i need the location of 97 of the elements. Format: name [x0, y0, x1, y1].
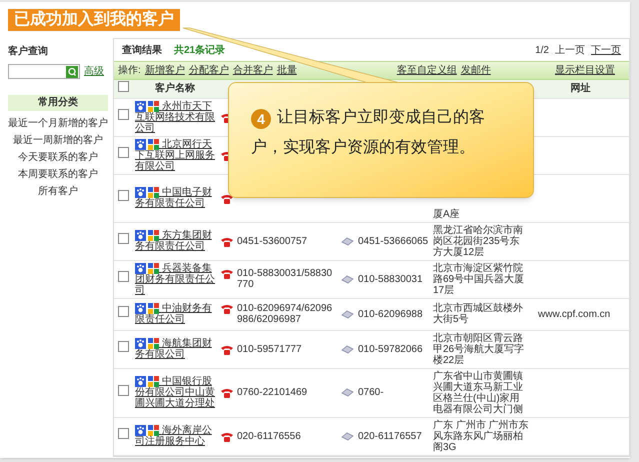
sidebar-title: 客户查询	[8, 44, 49, 59]
toolbar-action-link[interactable]: 发邮件	[460, 63, 491, 78]
column-header: 网址	[570, 83, 590, 94]
fax-icon	[341, 310, 354, 319]
colored-tiles-icon[interactable]	[148, 230, 159, 242]
fax-number: 010-58830031	[358, 274, 423, 285]
address-text: 厦A座	[433, 208, 461, 220]
fax-icon	[341, 274, 354, 284]
telephone-icon	[221, 194, 233, 204]
phone-number: 010-59571777	[237, 344, 302, 355]
previous-page-link[interactable]: 上一页	[555, 42, 585, 58]
customer-name-link[interactable]: 中国银行股份有限公司中山黄圃兴圃大道分理处	[135, 376, 215, 410]
address-text: 北京市海淀区紫竹院路69号中国兵器大厦17层	[433, 262, 526, 296]
paw-icon[interactable]	[135, 303, 146, 314]
paw-icon[interactable]	[135, 100, 146, 112]
phone-number: 020-61176556	[237, 430, 301, 442]
fax-number: 020-61176557	[358, 430, 422, 442]
colored-tiles-icon[interactable]	[148, 262, 159, 274]
record-count: 共21条记录	[174, 44, 226, 58]
toolbar-action-link[interactable]: 合并客户	[232, 63, 273, 78]
address-text: 广东 广州市 广州市东风东路东风广场丽柏阁3G	[433, 420, 529, 453]
paw-icon[interactable]	[135, 338, 146, 350]
toolbar-action-link[interactable]: 新增客户	[144, 63, 185, 78]
customer-name-link[interactable]: 海外离岸公司注册服务中心	[135, 425, 215, 448]
colored-tiles-icon[interactable]	[148, 138, 159, 150]
column-settings-link[interactable]: 显示栏目设置	[555, 63, 615, 78]
paw-icon[interactable]	[135, 425, 146, 436]
checkbox[interactable]	[118, 147, 128, 158]
colored-tiles-icon[interactable]	[148, 425, 159, 436]
advanced-search-link[interactable]: 高级	[84, 64, 104, 79]
checkbox[interactable]	[118, 109, 128, 120]
customer-name-link[interactable]: 中油财务有限责任公司	[135, 303, 215, 326]
category-link[interactable]: 今天要联系的客户	[18, 152, 98, 164]
customer-name-link[interactable]: 东方集团财务有限责任公司	[135, 230, 215, 252]
website-text: www.cpf.com.cn	[538, 308, 610, 320]
next-page-link[interactable]: 下一页	[591, 42, 621, 58]
fax-number: 010-62096988	[358, 308, 423, 320]
customer-name-link[interactable]: 海航集团财务有限公司	[135, 338, 215, 360]
telephone-icon	[221, 304, 233, 314]
fax-number: 010-59782066	[358, 344, 423, 355]
column-header: 客户名称	[155, 83, 195, 94]
telephone-icon	[221, 388, 233, 398]
address-text: 北京市西城区鼓楼外大街5号	[433, 303, 524, 326]
fax-number: 0451-53666065	[358, 236, 428, 247]
category-header: 常用分类	[8, 95, 108, 111]
toolbar-action-link[interactable]: 分配客户	[188, 63, 229, 78]
fax-icon	[341, 344, 354, 354]
toolbar-action-link[interactable]: 批量	[276, 63, 297, 78]
address-text: 黑龙江省哈尔滨市南岗区花园街235号东方大厦12层	[433, 224, 524, 258]
checkbox[interactable]	[118, 80, 128, 92]
category-link[interactable]: 所有客户	[38, 186, 78, 198]
fax-icon	[341, 388, 354, 398]
telephone-icon	[221, 236, 233, 247]
customer-name-link[interactable]: 中国电子财务有限责任公司	[135, 187, 215, 210]
paw-icon[interactable]	[135, 262, 146, 274]
success-banner: 已成功加入到我的客户	[8, 9, 180, 31]
telephone-icon	[221, 269, 233, 280]
checkbox[interactable]	[118, 233, 128, 244]
phone-number: 010-58830031/58830770	[237, 268, 334, 290]
category-link[interactable]: 本周要联系的客户	[18, 169, 98, 181]
paw-icon[interactable]	[135, 230, 146, 242]
checkbox[interactable]	[118, 341, 128, 352]
step-number-badge: 4	[251, 109, 271, 129]
fax-icon	[341, 236, 354, 246]
colored-tiles-icon[interactable]	[148, 376, 159, 388]
telephone-icon	[221, 432, 233, 442]
results-title: 查询结果	[122, 44, 162, 58]
toolbar-label: 操作:	[118, 64, 141, 78]
fax-number: 0760-	[358, 387, 384, 398]
paw-icon[interactable]	[135, 187, 146, 198]
customer-name-link[interactable]: 兵器装备集团财务有限责任公司	[135, 262, 215, 296]
callout-text: 4 让目标客户立即变成自己的客户，实现客户资源的有效管理。	[251, 108, 486, 158]
checkbox[interactable]	[118, 306, 128, 318]
fax-icon	[341, 432, 354, 441]
search-field[interactable]	[8, 64, 80, 79]
page-indicator: 1/2	[535, 44, 549, 58]
category-link[interactable]: 最近一周新增的客户	[13, 135, 103, 147]
toolbar-action-link[interactable]: 客至自定义组	[396, 63, 457, 78]
checkbox[interactable]	[118, 271, 128, 282]
paw-icon[interactable]	[135, 138, 146, 150]
paw-icon[interactable]	[135, 376, 146, 388]
phone-number: 0760-22101469	[237, 387, 308, 398]
address-text: 北京市朝阳区霄云路甲26号海航大厦写字楼22层	[433, 332, 526, 366]
checkbox[interactable]	[118, 428, 128, 440]
search-icon[interactable]	[66, 66, 78, 78]
colored-tiles-icon[interactable]	[148, 100, 159, 112]
colored-tiles-icon[interactable]	[148, 303, 159, 314]
customer-name-link[interactable]: 北京网行天下互联网上网服务有限公司	[135, 138, 215, 172]
colored-tiles-icon[interactable]	[148, 187, 159, 198]
phone-number: 010-62096974/62096986/62096987	[237, 303, 334, 326]
customer-name-link[interactable]: 永州市天下互联网络技术有限公司	[135, 100, 215, 134]
telephone-icon	[221, 344, 233, 355]
phone-number: 0451-53600757	[237, 236, 308, 247]
checkbox[interactable]	[118, 190, 128, 202]
address-text: 广东省中山市黄圃镇兴圃大道东马新工业区格兰仕(中山)家用电器有限公司大门侧	[433, 370, 524, 415]
category-link[interactable]: 最近一个月新增的客户	[8, 118, 108, 130]
colored-tiles-icon[interactable]	[148, 338, 159, 350]
